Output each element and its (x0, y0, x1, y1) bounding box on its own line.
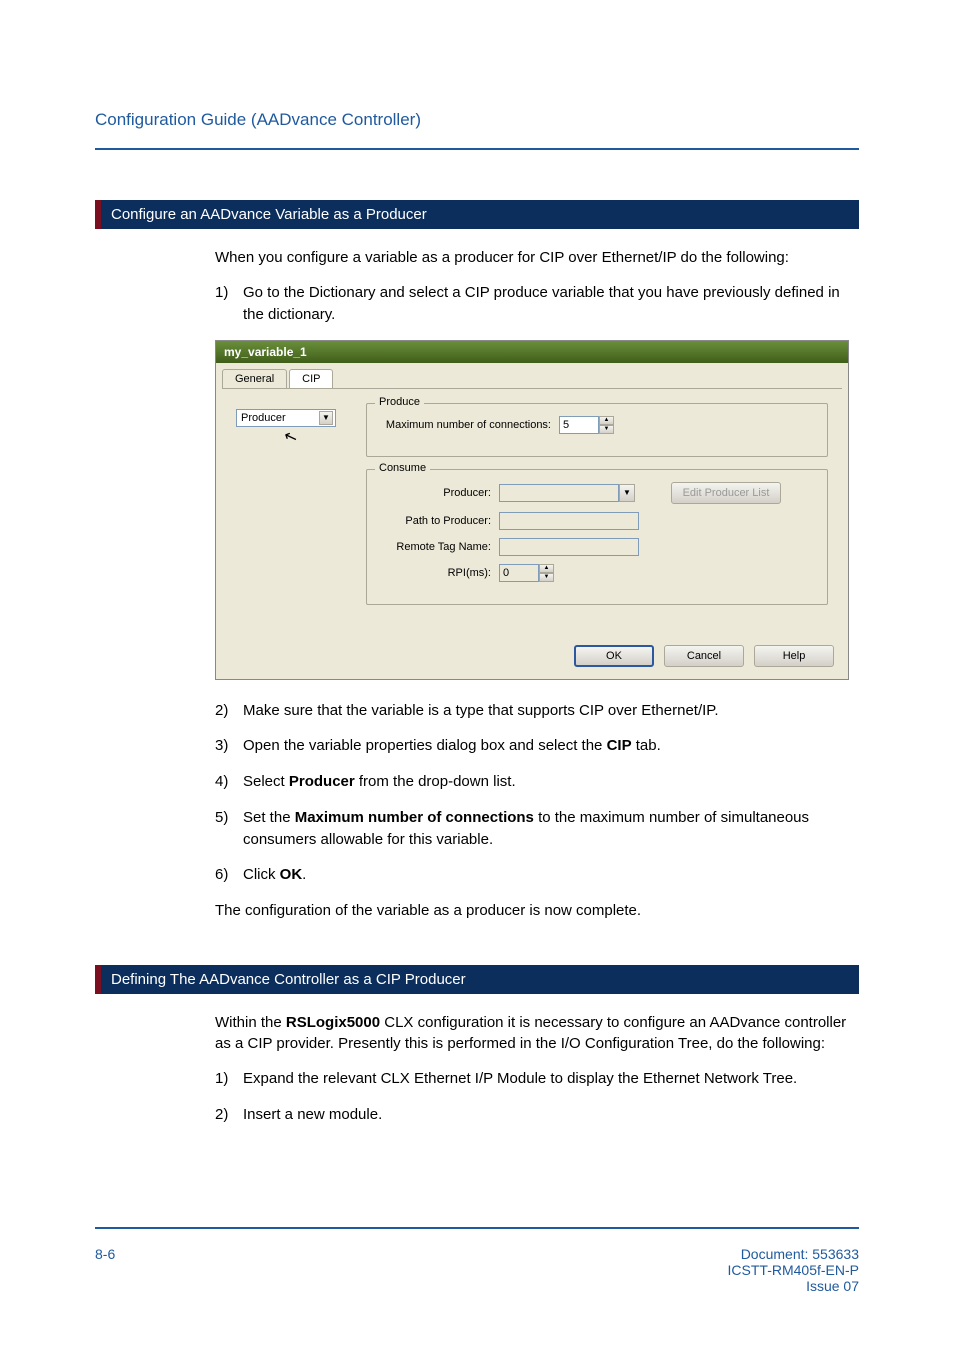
consume-producer-input (499, 484, 619, 502)
variable-properties-dialog: my_variable_1 General CIP Producer ▼ ↖ P… (215, 340, 849, 680)
chevron-down-icon: ▼ (319, 411, 333, 425)
header-rule (95, 148, 859, 150)
section2-step1: 1) Expand the relevant CLX Ethernet I/P … (215, 1068, 849, 1090)
section2-intro: Within the RSLogix5000 CLX configuration… (215, 1012, 849, 1054)
consume-group: Consume Producer: ▼ Edit Producer List P… (366, 469, 828, 605)
list-text: Select Producer from the drop-down list. (243, 771, 849, 793)
section1-outro: The configuration of the variable as a p… (215, 900, 849, 921)
list-number: 1) (215, 1068, 243, 1090)
section1-step1: 1) Go to the Dictionary and select a CIP… (215, 282, 849, 326)
list-number: 4) (215, 771, 243, 793)
list-text: Open the variable properties dialog box … (243, 735, 849, 757)
spinner-up-icon[interactable]: ▲ (539, 564, 554, 573)
section1-step4: 4) Select Producer from the drop-down li… (215, 771, 849, 793)
chevron-down-icon: ▼ (619, 484, 635, 502)
list-text: Set the Maximum number of connections to… (243, 807, 849, 851)
list-number: 2) (215, 700, 243, 722)
consume-legend: Consume (375, 462, 430, 474)
section2-step2: 2) Insert a new module. (215, 1104, 849, 1126)
list-text: Expand the relevant CLX Ethernet I/P Mod… (243, 1068, 849, 1090)
footer-rule (95, 1227, 859, 1229)
footer-doc-info: Document: 553633 ICSTT-RM405f-EN-P Issue… (728, 1246, 859, 1294)
mouse-cursor-icon: ↖ (281, 425, 300, 448)
list-text: Insert a new module. (243, 1104, 849, 1126)
dialog-titlebar: my_variable_1 (216, 341, 848, 363)
role-dropdown[interactable]: Producer ▼ (236, 409, 336, 427)
spinner-down-icon[interactable]: ▼ (539, 573, 554, 582)
path-to-producer-label: Path to Producer: (381, 515, 491, 527)
spinner-up-icon[interactable]: ▲ (599, 416, 614, 425)
produce-legend: Produce (375, 396, 424, 408)
max-connections-spinner[interactable]: 5 ▲ ▼ (559, 416, 614, 434)
list-number: 5) (215, 807, 243, 851)
remote-tag-name-label: Remote Tag Name: (381, 541, 491, 553)
list-text: Make sure that the variable is a type th… (243, 700, 849, 722)
section1-intro: When you configure a variable as a produ… (215, 247, 849, 268)
section1-step6: 6) Click OK. (215, 864, 849, 886)
remote-tag-name-input (499, 538, 639, 556)
page-header-title: Configuration Guide (AADvance Controller… (95, 110, 859, 130)
list-text: Click OK. (243, 864, 849, 886)
footer-page-number: 8-6 (95, 1246, 115, 1294)
list-text: Go to the Dictionary and select a CIP pr… (243, 282, 849, 326)
consume-producer-combo[interactable]: ▼ (499, 484, 635, 502)
rpi-input: 0 (499, 564, 539, 582)
produce-group: Produce Maximum number of connections: 5… (366, 403, 828, 457)
list-number: 6) (215, 864, 243, 886)
cancel-button[interactable]: Cancel (664, 645, 744, 667)
spinner-down-icon[interactable]: ▼ (599, 425, 614, 434)
max-connections-input[interactable]: 5 (559, 416, 599, 434)
footer-issue: Issue 07 (728, 1278, 859, 1294)
tab-general[interactable]: General (222, 369, 287, 388)
edit-producer-list-button[interactable]: Edit Producer List (671, 482, 781, 504)
path-to-producer-input (499, 512, 639, 530)
section1-step3: 3) Open the variable properties dialog b… (215, 735, 849, 757)
role-dropdown-value: Producer (241, 412, 286, 424)
max-connections-label: Maximum number of connections: (381, 419, 551, 431)
footer-code: ICSTT-RM405f-EN-P (728, 1262, 859, 1278)
section-heading-cip-producer: Defining The AADvance Controller as a CI… (95, 965, 859, 994)
section-heading-configure-producer: Configure an AADvance Variable as a Prod… (95, 200, 859, 229)
section1-step2: 2) Make sure that the variable is a type… (215, 700, 849, 722)
list-number: 2) (215, 1104, 243, 1126)
list-number: 1) (215, 282, 243, 326)
section1-step5: 5) Set the Maximum number of connections… (215, 807, 849, 851)
rpi-label: RPI(ms): (381, 567, 491, 579)
help-button[interactable]: Help (754, 645, 834, 667)
list-number: 3) (215, 735, 243, 757)
dialog-screenshot: my_variable_1 General CIP Producer ▼ ↖ P… (215, 340, 849, 680)
dialog-button-bar: OK Cancel Help (216, 637, 848, 679)
rpi-spinner[interactable]: 0 ▲ ▼ (499, 564, 554, 582)
ok-button[interactable]: OK (574, 645, 654, 667)
dialog-tabs: General CIP (216, 363, 848, 388)
tab-cip[interactable]: CIP (289, 369, 333, 388)
tab-cip-body: Producer ▼ ↖ Produce Maximum number of c… (222, 388, 842, 631)
page-footer: 8-6 Document: 553633 ICSTT-RM405f-EN-P I… (95, 1246, 859, 1294)
consume-producer-label: Producer: (381, 487, 491, 499)
footer-document: Document: 553633 (728, 1246, 859, 1262)
